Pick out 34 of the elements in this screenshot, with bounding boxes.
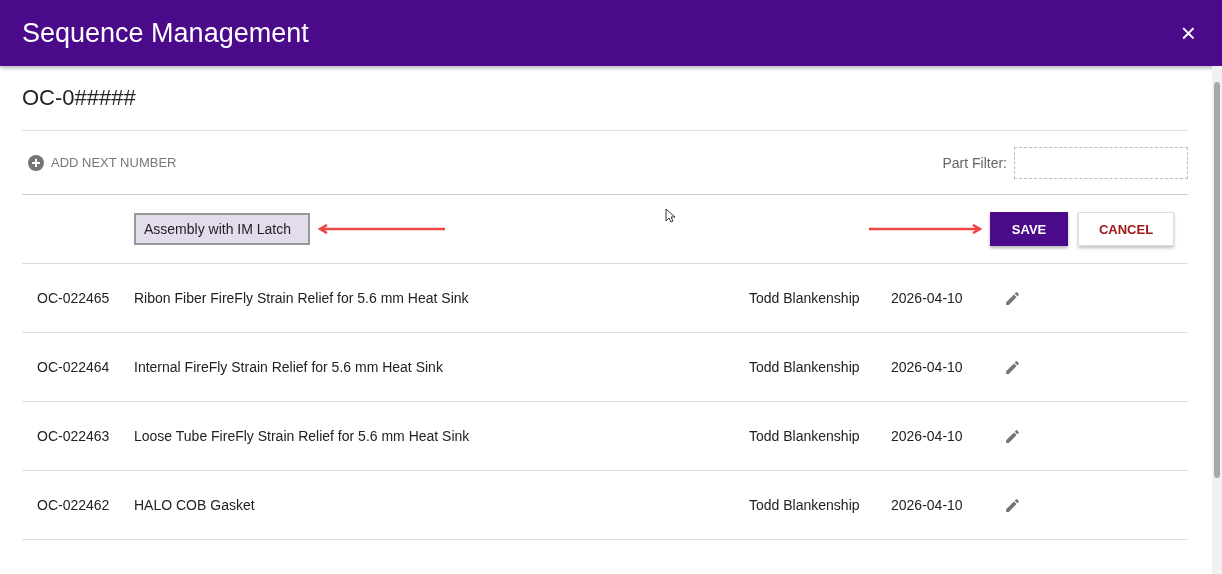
left-arrow-icon <box>318 224 446 234</box>
part-description: HALO COB Gasket <box>134 497 256 513</box>
date: 2026-04-10 <box>891 359 964 375</box>
date: 2026-04-10 <box>891 290 964 306</box>
sequence-title: OC-0##### <box>22 85 136 111</box>
part-number: OC-022462 <box>36 497 111 513</box>
edit-icon[interactable] <box>1004 289 1021 307</box>
part-filter-field[interactable] <box>1014 146 1188 179</box>
description-input-field[interactable]: Assembly with IM Latch <box>134 213 310 245</box>
edit-icon[interactable] <box>1004 358 1021 376</box>
save-button[interactable]: SAVE <box>990 212 1068 246</box>
part-number: OC-022465 <box>36 290 111 306</box>
part-number: OC-022464 <box>36 359 111 375</box>
add-circle-icon <box>28 154 44 171</box>
date: 2026-04-10 <box>891 497 964 513</box>
dialog-title: Sequence Management <box>22 17 309 49</box>
owner-name: Todd Blankenship <box>749 290 861 306</box>
owner-name: Todd Blankenship <box>749 428 861 444</box>
part-description: Ribon Fiber FireFly Strain Relief for 5.6 mm Heat Sink <box>134 290 470 306</box>
owner-name: Todd Blankenship <box>749 359 861 375</box>
part-description: Loose Tube FireFly Strain Relief for 5.6 mm Heat Sink <box>134 428 471 444</box>
filter-label: Part Filter: <box>942 154 1007 171</box>
part-description: Internal FireFly Strain Relief for 5.6 mm Heat Sink <box>134 359 444 375</box>
cancel-button[interactable]: CANCEL <box>1078 212 1174 246</box>
close-button[interactable]: × <box>1176 17 1200 49</box>
add-next-number-button[interactable]: ADD NEXT NUMBER <box>22 154 177 171</box>
cursor-icon <box>665 208 675 223</box>
scrollbar[interactable] <box>1212 66 1222 574</box>
date: 2026-04-10 <box>891 428 964 444</box>
owner-name: Todd Blankenship <box>749 497 861 513</box>
right-arrow-icon <box>868 224 982 234</box>
edit-icon[interactable] <box>1004 496 1021 514</box>
edit-icon[interactable] <box>1004 427 1021 445</box>
part-number: OC-022463 <box>36 428 111 444</box>
